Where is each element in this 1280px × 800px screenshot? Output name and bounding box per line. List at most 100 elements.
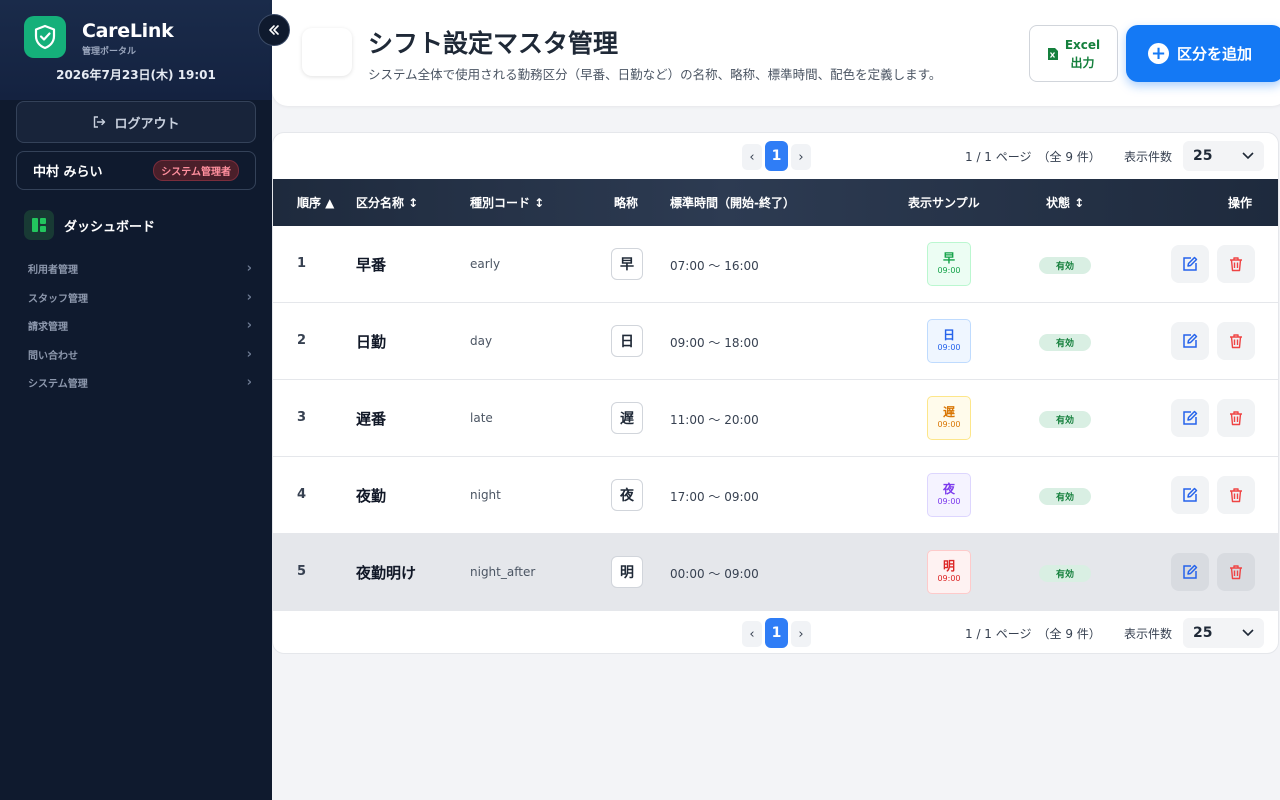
row-time: 07:00 〜 16:00: [670, 259, 759, 273]
sidebar-item-dashboard[interactable]: ダッシュボード: [24, 210, 155, 240]
chevron-right-icon: ›: [246, 346, 252, 362]
nav-label: 請求管理: [28, 321, 68, 333]
col-order[interactable]: 順序 ▲: [297, 194, 334, 211]
sample-char: 早: [942, 251, 955, 265]
page-button-current[interactable]: 1: [765, 618, 788, 648]
nav-label: システム管理: [28, 378, 88, 390]
status-badge: 有効: [1039, 257, 1091, 274]
table-row: 3 遅番 late 遅 11:00 〜 20:00 遅 09:00 有効: [273, 380, 1278, 457]
delete-button[interactable]: [1217, 399, 1255, 437]
table-row: 5 夜勤明け night_after 明 00:00 〜 09:00 明 09:0…: [273, 534, 1278, 611]
row-code: night: [470, 488, 501, 502]
row-name: 日勤: [356, 333, 387, 351]
sidebar-header: CareLink 管理ポータル 2026年7月23日(木) 19:01: [0, 0, 272, 100]
chevron-right-icon: ›: [246, 374, 252, 390]
excel-file-icon: [1047, 47, 1058, 60]
row-order: 5: [297, 564, 307, 579]
current-datetime: 2026年7月23日(木) 19:01: [56, 68, 216, 82]
chevron-right-icon: ›: [246, 289, 252, 305]
row-sample: 早 09:00: [927, 242, 971, 286]
row-code: day: [470, 334, 493, 348]
table-row: 1 早番 early 早 07:00 〜 16:00 早 09:00 有効: [273, 226, 1278, 303]
page-info: 1 / 1 ページ （全 9 件）: [965, 150, 1101, 164]
sample-char: 日: [942, 328, 955, 342]
sample-char: 明: [942, 559, 955, 573]
trash-icon: [1230, 257, 1242, 272]
row-abbr: 夜: [611, 479, 643, 511]
edit-button[interactable]: [1171, 553, 1209, 591]
trash-icon: [1230, 334, 1242, 349]
sample-time: 09:00: [937, 420, 961, 429]
row-time: 09:00 〜 18:00: [670, 336, 759, 350]
edit-button[interactable]: [1171, 476, 1209, 514]
page-size-select[interactable]: 25: [1183, 141, 1264, 171]
brand-name: CareLink: [82, 20, 174, 42]
logout-icon: [94, 116, 106, 128]
chevron-right-icon: ›: [246, 317, 252, 333]
row-sample: 夜 09:00: [927, 473, 971, 517]
excel-label: Excel: [1064, 37, 1101, 52]
nav-label: 利用者管理: [28, 264, 78, 276]
edit-icon: [1183, 410, 1198, 425]
prev-page-button[interactable]: ‹: [742, 621, 762, 647]
row-abbr: 日: [611, 325, 643, 357]
col-status[interactable]: 状態 ↕: [1046, 194, 1084, 211]
next-page-button[interactable]: ›: [791, 621, 811, 647]
row-time: 17:00 〜 09:00: [670, 490, 759, 504]
page-size-value: 25: [1193, 625, 1213, 641]
logout-button[interactable]: ログアウト: [16, 101, 256, 143]
edit-button[interactable]: [1171, 245, 1209, 283]
sample-time: 09:00: [937, 266, 961, 275]
edit-button[interactable]: [1171, 322, 1209, 360]
sidebar-item-billing[interactable]: 請求管理 ›: [28, 315, 252, 335]
delete-button[interactable]: [1217, 245, 1255, 283]
chevron-down-icon: [1242, 629, 1254, 637]
collapse-sidebar-button[interactable]: [258, 14, 290, 46]
row-order: 2: [297, 333, 307, 348]
next-page-button[interactable]: ›: [791, 144, 811, 170]
prev-page-button[interactable]: ‹: [742, 144, 762, 170]
dashboard-icon: [24, 210, 54, 240]
row-order: 1: [297, 256, 307, 271]
nav-label: スタッフ管理: [28, 293, 88, 305]
user-name: 中村 みらい: [33, 165, 103, 180]
user-card: 中村 みらい システム管理者: [16, 151, 256, 190]
delete-button[interactable]: [1217, 553, 1255, 591]
delete-button[interactable]: [1217, 476, 1255, 514]
sidebar: CareLink 管理ポータル 2026年7月23日(木) 19:01 ログアウ…: [0, 0, 272, 800]
row-sample: 日 09:00: [927, 319, 971, 363]
edit-button[interactable]: [1171, 399, 1209, 437]
row-code: night_after: [470, 565, 536, 579]
sidebar-item-users[interactable]: 利用者管理 ›: [28, 258, 252, 278]
delete-button[interactable]: [1217, 322, 1255, 360]
sample-char: 夜: [942, 482, 955, 496]
page-icon: [302, 28, 352, 76]
status-badge: 有効: [1039, 565, 1091, 582]
trash-icon: [1230, 565, 1242, 580]
page-button-current[interactable]: 1: [765, 141, 788, 171]
col-name[interactable]: 区分名称 ↕: [356, 194, 418, 211]
col-code[interactable]: 種別コード ↕: [470, 194, 544, 211]
sidebar-item-system[interactable]: システム管理 ›: [28, 372, 252, 392]
row-name: 遅番: [356, 410, 387, 428]
row-abbr: 早: [611, 248, 643, 280]
status-badge: 有効: [1039, 411, 1091, 428]
role-badge: システム管理者: [153, 160, 239, 181]
excel-export-button[interactable]: Excel 出力: [1029, 25, 1118, 82]
chevron-down-icon: [1242, 152, 1254, 160]
edit-icon: [1183, 333, 1198, 348]
sample-time: 09:00: [937, 343, 961, 352]
status-badge: 有効: [1039, 488, 1091, 505]
col-sample: 表示サンプル: [908, 196, 980, 210]
chevron-right-icon: ›: [246, 260, 252, 276]
row-sample: 明 09:00: [927, 550, 971, 594]
shield-check-icon: [24, 16, 66, 58]
row-code: early: [470, 257, 501, 271]
sidebar-item-staff[interactable]: スタッフ管理 ›: [28, 287, 252, 307]
nav-label: 問い合わせ: [28, 350, 78, 362]
add-shift-type-button[interactable]: + 区分を追加: [1126, 25, 1280, 82]
table-row: 4 夜勤 night 夜 17:00 〜 09:00 夜 09:00 有効: [273, 457, 1278, 534]
col-abbr: 略称: [614, 196, 639, 210]
sidebar-item-inquiries[interactable]: 問い合わせ ›: [28, 344, 252, 364]
page-size-select[interactable]: 25: [1183, 618, 1264, 648]
